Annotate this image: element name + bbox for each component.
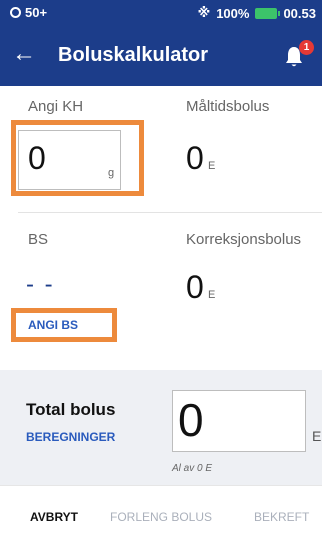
bluetooth-icon: ※	[197, 5, 211, 20]
extend-bolus-button[interactable]: FORLENG BOLUS	[110, 510, 212, 524]
cancel-button[interactable]: AVBRYT	[30, 510, 78, 524]
total-bolus-label: Total bolus	[26, 400, 116, 419]
total-bolus-unit: E	[312, 428, 322, 444]
page-title: Boluskalkulator	[58, 44, 209, 66]
total-bolus-value: 0	[178, 394, 204, 446]
correction-bolus-label: Korreksjonsbolus	[186, 231, 302, 248]
notification-count: 50+	[25, 5, 48, 20]
notification-circle-icon	[10, 7, 21, 18]
total-bolus-note: Al av 0 E	[172, 463, 213, 474]
notifications-button[interactable]: 1	[284, 40, 314, 68]
status-bar: 50+ ※ 100% 00.53	[0, 0, 322, 26]
app-bar: ← Boluskalkulator 1	[0, 26, 322, 86]
meal-bolus-value: 0	[186, 140, 204, 176]
back-arrow-icon[interactable]: ←	[12, 42, 36, 66]
correction-bolus-unit: E	[208, 289, 216, 301]
battery-level: 100%	[216, 5, 250, 21]
notification-badge: 1	[299, 40, 314, 55]
battery-icon	[255, 7, 281, 19]
carbs-label: Angi KH	[28, 98, 84, 115]
correction-bolus-value: 0	[186, 269, 204, 305]
bg-value: - -	[26, 271, 55, 298]
meal-bolus-label: Måltidsbolus	[186, 98, 270, 115]
meal-bolus-unit: E	[208, 160, 216, 172]
confirm-button[interactable]: BEKREFT	[254, 510, 309, 524]
carbs-highlight-frame	[11, 120, 144, 196]
section-divider	[18, 212, 322, 213]
calculations-link[interactable]: BEREGNINGER	[26, 430, 115, 444]
clock: 00.53	[283, 5, 316, 21]
bg-label: BS	[28, 231, 49, 248]
bg-highlight-frame	[11, 308, 117, 342]
